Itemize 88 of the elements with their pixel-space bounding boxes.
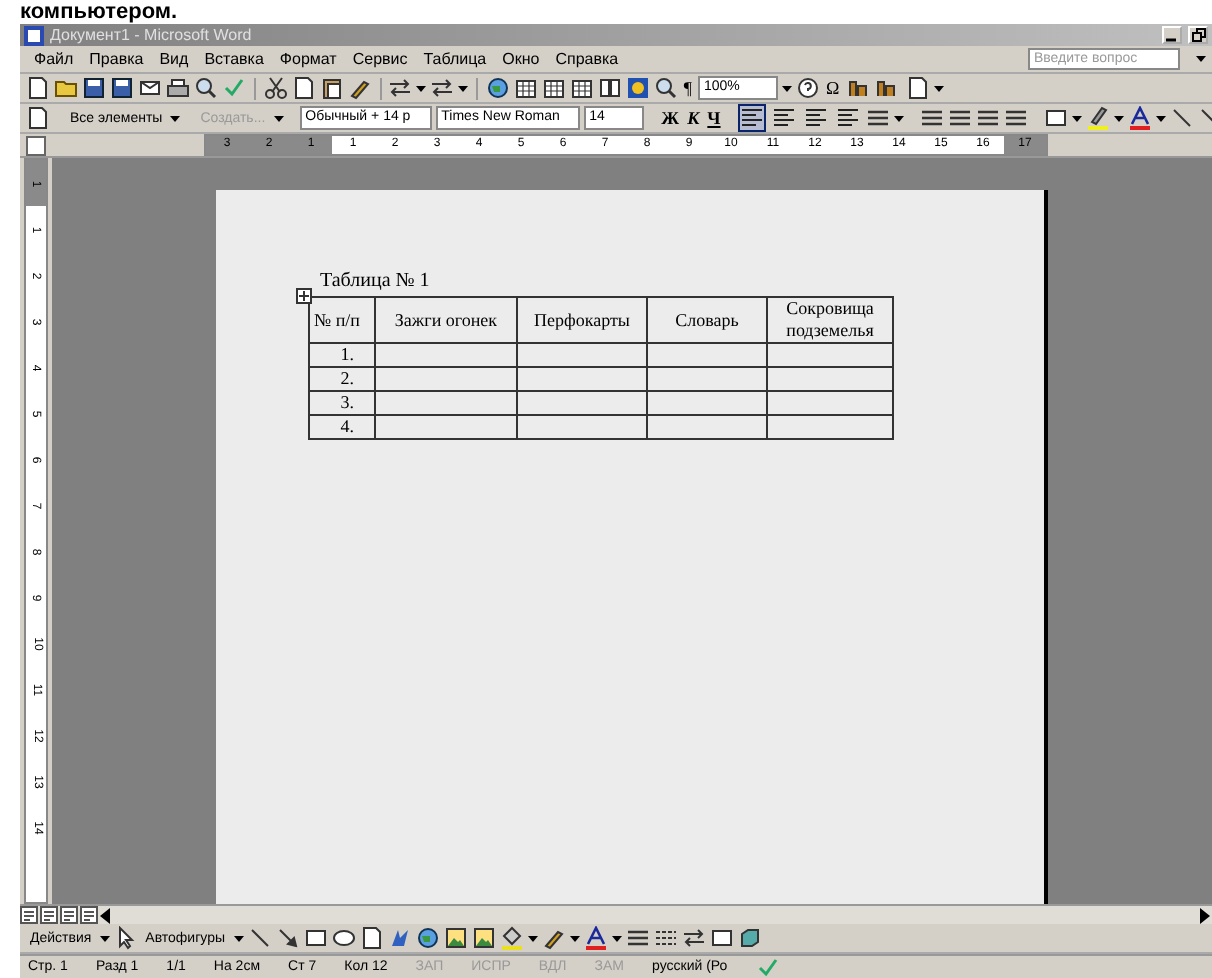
save-icon[interactable] [82,76,106,100]
menu-item[interactable]: Правка [81,50,152,68]
heading-text: компьютером. [20,0,178,24]
scroll-right-icon[interactable] [1200,907,1212,923]
dropdown-arrow-icon[interactable] [1072,115,1083,121]
columns-icon[interactable] [597,76,622,100]
cut-icon[interactable] [263,76,288,100]
arrow-icon[interactable] [275,926,299,950]
minimize-button[interactable] [1162,26,1182,44]
outline-view-icon[interactable] [80,906,98,924]
table-cell: 3. [340,392,354,412]
tab-selector[interactable] [26,135,46,155]
oval-icon[interactable] [331,926,355,950]
new-document-icon[interactable] [26,76,50,100]
dropdown-arrow-icon[interactable] [569,935,579,941]
copy-icon[interactable] [291,76,316,100]
table-move-handle-icon[interactable] [296,288,312,304]
hyperlink-icon[interactable] [485,76,510,100]
menu-item[interactable]: Вид [151,50,197,68]
justify-icon[interactable] [836,106,861,130]
dropdown-arrow-icon[interactable] [611,935,621,941]
line-style-icon[interactable] [625,926,649,950]
open-folder-icon[interactable] [54,76,78,100]
dropdown-arrow-icon[interactable] [99,935,110,941]
insert-table-icon[interactable] [541,76,566,100]
highlight-icon[interactable] [1086,106,1111,130]
normal-view-icon[interactable] [20,906,38,924]
rectangle-icon[interactable] [303,926,327,950]
underline-button[interactable]: Ч [705,108,723,128]
dropdown-arrow-icon[interactable] [170,115,181,121]
column-header: Перфокарты [534,309,630,329]
column-header: Словарь [675,309,739,329]
table-cell: 1. [340,344,354,364]
menu-item[interactable]: Файл [26,50,82,68]
align-right-icon[interactable] [804,106,829,130]
mail-icon[interactable] [138,76,162,100]
drawing-icon[interactable] [625,76,650,100]
dropdown-arrow-icon[interactable] [933,85,944,91]
dropdown-arrow-icon[interactable] [233,935,243,941]
format-painter-icon[interactable] [347,76,372,100]
italic-button[interactable]: К [685,108,702,128]
dropdown-arrow-icon[interactable] [416,85,427,91]
menu-item[interactable]: Окно [494,50,548,68]
paste-icon[interactable] [319,76,344,100]
dropdown-arrow-icon[interactable] [1196,56,1206,62]
show-formatting-marks-button[interactable]: ¶ [681,78,694,98]
menu-item[interactable]: Справка [547,50,627,68]
table-cell: 2. [340,368,354,388]
table-cell: 4. [340,416,354,436]
align-left-icon[interactable] [740,106,765,130]
fill-color-icon[interactable] [499,926,523,950]
word-document-icon [24,25,44,45]
menu-item[interactable]: Таблица [415,50,495,68]
restore-button[interactable] [1188,26,1208,44]
menu-item[interactable]: Вставка [196,50,272,68]
insert-symbol-button[interactable]: Ω [824,78,842,98]
align-center-icon[interactable] [772,106,797,130]
print-layout-icon[interactable] [60,906,78,924]
line-icon[interactable] [247,926,271,950]
print-preview-icon[interactable] [194,76,218,100]
arrow-style-icon[interactable] [681,926,705,950]
menu-item[interactable]: Формат [271,50,345,68]
help-icon[interactable] [796,76,820,100]
web-view-icon[interactable] [40,906,58,924]
font-color-icon[interactable] [583,926,607,950]
scroll-left-icon[interactable] [100,907,112,923]
window-title: Документ1 - Microsoft Word [50,26,252,44]
font-color-icon[interactable] [1128,106,1153,130]
dropdown-arrow-icon[interactable] [1114,115,1125,121]
chart-icon[interactable] [873,76,898,100]
column-header: Сокровища подземелья [786,298,874,340]
dropdown-arrow-icon[interactable] [1156,115,1167,121]
dropdown-arrow-icon[interactable] [458,85,469,91]
print-icon[interactable] [166,76,190,100]
borders-icon[interactable] [1044,106,1069,130]
column-header: Зажги огонек [394,309,498,329]
dropdown-arrow-icon[interactable] [782,85,792,91]
select-pointer-icon[interactable] [113,926,138,950]
dropdown-arrow-icon[interactable] [527,935,537,941]
picture-icon[interactable] [471,926,495,950]
restore-icon [1191,28,1205,42]
dropdown-arrow-icon[interactable] [273,115,284,121]
dropdown-arrow-icon[interactable] [894,115,905,121]
dash-style-icon[interactable] [653,926,677,950]
bold-button[interactable]: Ж [659,108,682,128]
table-caption: Таблица № 1 [320,270,432,292]
menu-item[interactable]: Сервис [344,50,416,68]
column-header: № п/п [314,309,360,329]
